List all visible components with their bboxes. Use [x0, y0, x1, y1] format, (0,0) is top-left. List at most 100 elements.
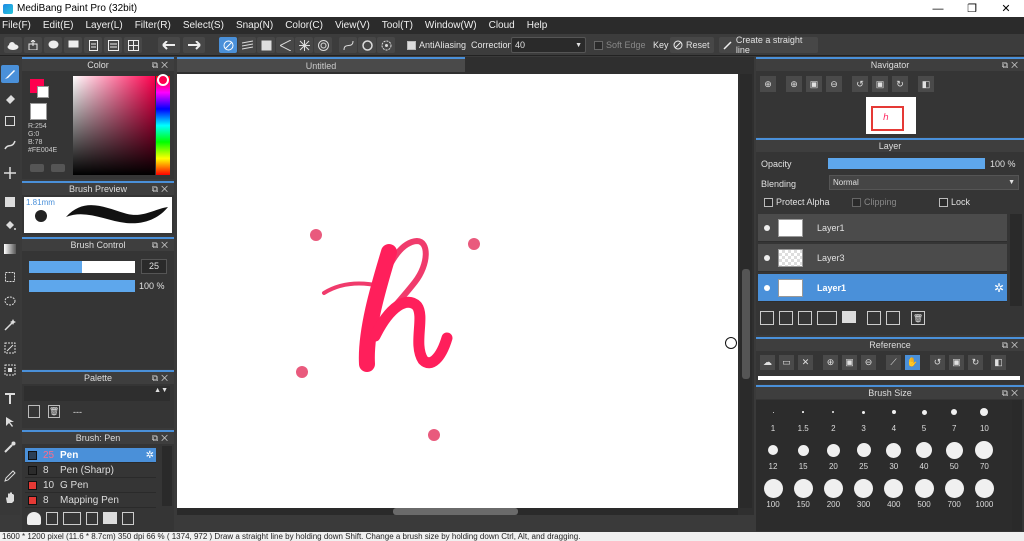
select-pen-icon[interactable]: [1, 339, 19, 357]
brush-opacity-slider[interactable]: [29, 280, 135, 292]
new-8bit-layer-icon[interactable]: [798, 311, 812, 325]
pen-icon[interactable]: [1, 467, 19, 485]
cloud-brush-icon[interactable]: [27, 511, 41, 525]
snap-circle-icon[interactable]: [358, 37, 376, 53]
antialiasing-toggle[interactable]: AntiAliasing: [407, 38, 466, 52]
brush-size-cell[interactable]: 2: [818, 402, 848, 438]
snap-curve-icon[interactable]: [339, 37, 357, 53]
brush-size-cell[interactable]: 10: [969, 402, 999, 438]
layer-item[interactable]: Layer1: [758, 214, 1007, 242]
snap-parallel-icon[interactable]: [238, 37, 256, 53]
brush-size-scrollbar[interactable]: [1012, 400, 1022, 531]
menu-snap[interactable]: Snap(N): [236, 20, 273, 31]
soft-edge-toggle[interactable]: Soft Edge: [594, 38, 646, 52]
menu-select[interactable]: Select(S): [183, 20, 224, 31]
delete-palette-icon[interactable]: 🗑: [48, 405, 60, 418]
menu-color[interactable]: Color(C): [285, 20, 323, 31]
brush-size-cell[interactable]: 1.5: [788, 402, 818, 438]
magic-wand-icon[interactable]: [1, 316, 19, 334]
list-icon[interactable]: [104, 37, 122, 53]
panel-controls[interactable]: ⧉✕: [152, 184, 171, 195]
brush-size-cell[interactable]: 50: [939, 440, 969, 476]
close-button[interactable]: ✕: [989, 0, 1023, 17]
brush-size-cell[interactable]: 25: [849, 440, 879, 476]
select-eraser-icon[interactable]: [1, 361, 19, 379]
new-halftone-layer-icon[interactable]: [779, 311, 793, 325]
brush-item-mapping-pen[interactable]: 8 Mapping Pen: [25, 493, 156, 508]
eye-icon[interactable]: [764, 254, 770, 261]
rotate-right-icon[interactable]: ↻: [892, 76, 908, 92]
new-brush-icon[interactable]: [46, 511, 58, 525]
zoom-in-icon[interactable]: ⊕: [823, 355, 838, 370]
zoom-in-icon[interactable]: ⊕: [760, 76, 776, 92]
antialiasing-checkbox[interactable]: [407, 40, 416, 50]
brush-size-cell[interactable]: 1: [758, 402, 788, 438]
zoom-out-icon[interactable]: ⊖: [826, 76, 842, 92]
lock-checkbox[interactable]: [939, 197, 948, 207]
new-layer-icon[interactable]: [760, 311, 774, 325]
grid-icon[interactable]: [124, 37, 142, 53]
hand-icon[interactable]: [1, 489, 19, 507]
brush-tool-icon[interactable]: [1, 65, 19, 83]
menu-cloud[interactable]: Cloud: [489, 20, 515, 31]
protect-alpha-toggle[interactable]: Protect Alpha: [764, 197, 830, 207]
gear-icon[interactable]: ✲: [146, 450, 154, 461]
gear-icon[interactable]: ✲: [994, 281, 1004, 295]
brush-item-pen[interactable]: 25 Pen ✲: [25, 448, 156, 463]
layer-scrollbar[interactable]: [1010, 214, 1022, 306]
fit-icon[interactable]: ▣: [842, 355, 857, 370]
layer-folder-icon[interactable]: [842, 311, 856, 323]
brush-size-cell[interactable]: 30: [879, 440, 909, 476]
menu-window[interactable]: Window(W): [425, 20, 477, 31]
menu-file[interactable]: File(F): [2, 20, 31, 31]
vertical-scroll-thumb[interactable]: [742, 269, 750, 379]
rotate-right-icon[interactable]: ↻: [968, 355, 983, 370]
brush-size-cell[interactable]: 700: [939, 478, 969, 514]
brush-size-cell[interactable]: 400: [879, 478, 909, 514]
zoom-out-icon[interactable]: ⊖: [861, 355, 876, 370]
menu-tool[interactable]: Tool(T): [382, 20, 413, 31]
color-mode-button[interactable]: [30, 164, 44, 172]
move-tool-icon[interactable]: [1, 164, 19, 182]
color-swap-button[interactable]: [51, 164, 65, 172]
snap-settings-icon[interactable]: [377, 37, 395, 53]
panel-controls[interactable]: ⧉✕: [152, 433, 171, 444]
panel-controls[interactable]: ⧉✕: [152, 60, 171, 71]
brush-size-cell[interactable]: 300: [849, 478, 879, 514]
palette-swatch-area[interactable]: ▲▼: [24, 386, 170, 401]
minimize-button[interactable]: —: [921, 0, 955, 17]
brush-size-cell[interactable]: 7: [939, 402, 969, 438]
operation-tool-icon[interactable]: [1, 413, 19, 431]
snap-grid-icon[interactable]: [257, 37, 275, 53]
straight-line-button[interactable]: Create a straight line: [719, 35, 818, 55]
reset-view-icon[interactable]: ▣: [872, 76, 888, 92]
menu-layer[interactable]: Layer(L): [85, 20, 122, 31]
brush-item-g-pen[interactable]: 10 G Pen: [25, 478, 156, 493]
fit-icon[interactable]: ▣: [806, 76, 822, 92]
zoom-in-icon[interactable]: ⊕: [786, 76, 802, 92]
layer-item-selected[interactable]: Layer1 ✲: [758, 274, 1007, 302]
shape-fill-icon[interactable]: [1, 193, 19, 211]
brush-size-slider[interactable]: [29, 261, 135, 273]
brush-size-cell[interactable]: 4: [879, 402, 909, 438]
message-icon[interactable]: [64, 37, 82, 53]
saturation-value-picker[interactable]: [73, 76, 155, 175]
eyedropper-icon[interactable]: ⟋: [886, 355, 901, 370]
menu-edit[interactable]: Edit(E): [43, 20, 74, 31]
document-icon[interactable]: [84, 37, 102, 53]
duplicate-brush-icon[interactable]: [122, 511, 134, 525]
hand-icon[interactable]: ✋: [905, 355, 920, 370]
transparent-color-swatch[interactable]: [30, 103, 47, 120]
select-rect-icon[interactable]: [1, 268, 19, 286]
lock-toggle[interactable]: Lock: [939, 197, 970, 207]
navigator-thumbnail[interactable]: ℎ: [866, 97, 916, 134]
undo-icon[interactable]: [158, 37, 180, 53]
brush-size-cell[interactable]: 15: [788, 440, 818, 476]
brush-size-input[interactable]: 25: [141, 259, 167, 274]
correction-dropdown[interactable]: 40 ▼: [511, 37, 586, 53]
eyedropper-icon[interactable]: [1, 438, 19, 456]
merge-layer-icon[interactable]: [886, 311, 900, 325]
brush-size-cell[interactable]: 3: [849, 402, 879, 438]
new-palette-icon[interactable]: [28, 405, 40, 418]
text-tool-icon[interactable]: [1, 390, 19, 408]
